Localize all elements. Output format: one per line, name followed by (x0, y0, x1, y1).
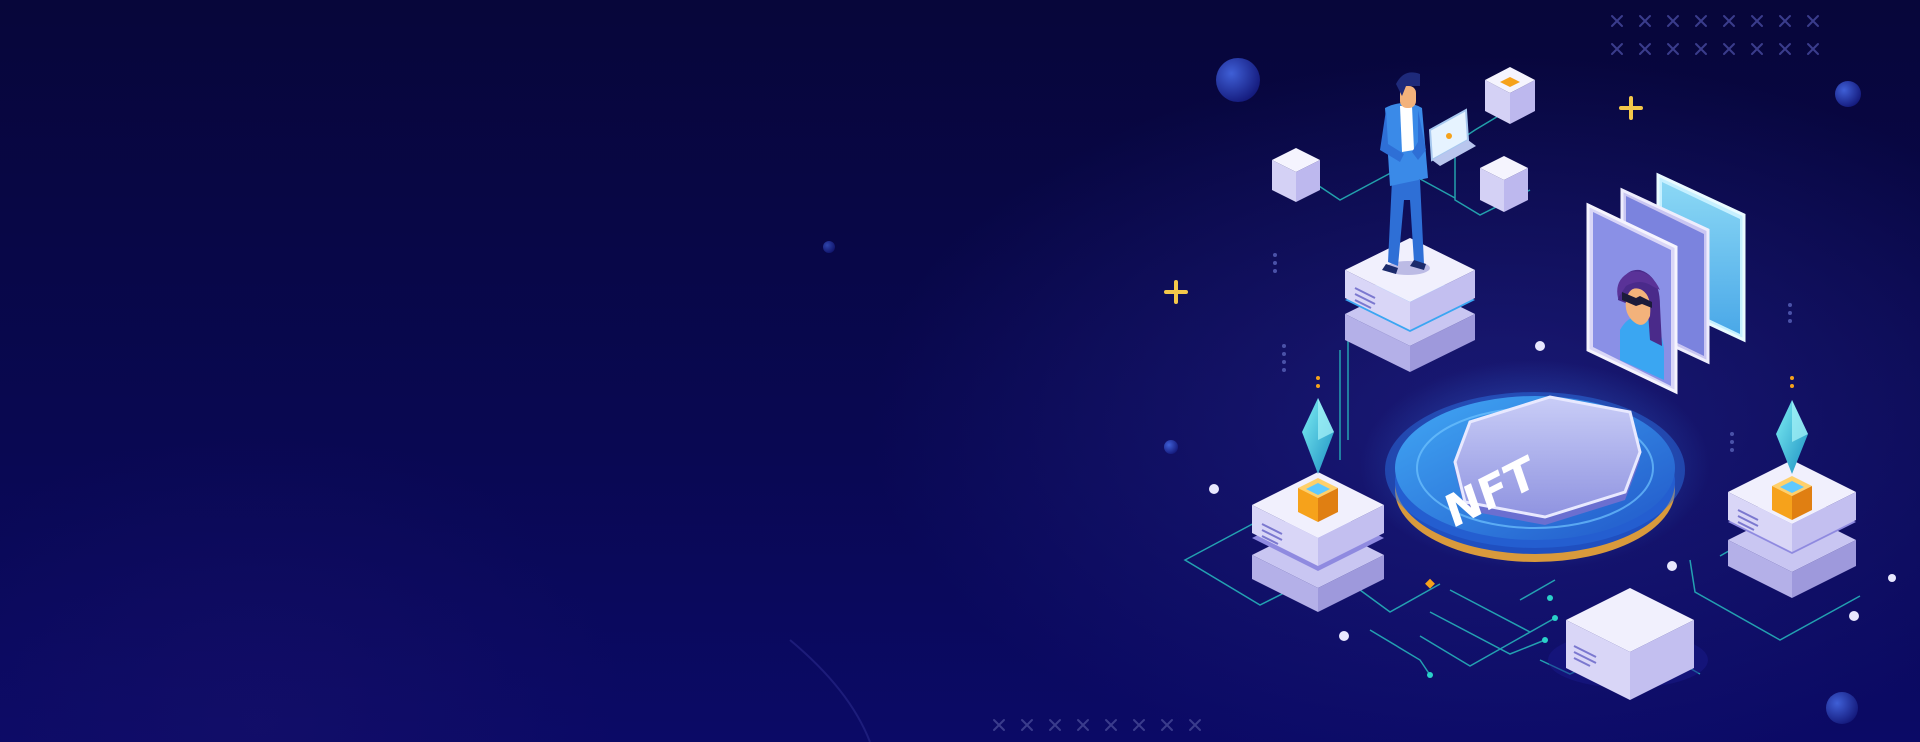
orb-top-right (1835, 81, 1861, 107)
nft-platform: NFT (1360, 360, 1710, 570)
avatar-card-icon (1586, 172, 1746, 395)
x-pattern-top (1611, 15, 1819, 55)
top-server-block (1345, 238, 1475, 372)
ethereum-crystal-icon (1776, 376, 1808, 474)
bottom-server-block (1548, 588, 1708, 700)
orb-tiny (823, 241, 835, 253)
orb-large (1216, 58, 1260, 102)
left-server-block (1252, 472, 1384, 612)
orb-small-left (1164, 440, 1178, 454)
cube-node-icon (1272, 148, 1320, 202)
x-pattern-bottom (993, 719, 1201, 731)
plus-sparkle-icon (1164, 280, 1188, 304)
right-server-block (1728, 460, 1856, 598)
orb-bottom-right (1826, 692, 1858, 724)
cube-node-icon (1485, 67, 1535, 124)
nft-hero-banner: NFT (0, 0, 1920, 742)
cube-node-icon (1480, 156, 1528, 212)
nft-isometric-illustration: NFT (789, 15, 1896, 742)
person-laptop-icon (1380, 72, 1476, 275)
plus-sparkle-icon (1619, 96, 1643, 120)
ethereum-crystal-icon (1302, 376, 1334, 474)
